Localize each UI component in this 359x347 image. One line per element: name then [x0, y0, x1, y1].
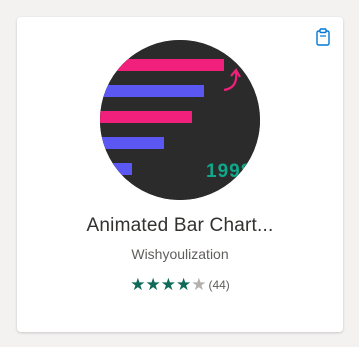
- clipboard-certified-icon[interactable]: [314, 27, 332, 47]
- rating: ★ ★ ★ ★ ★ (44): [17, 276, 343, 293]
- logo-bar-2: [100, 85, 204, 97]
- logo-bar-3: [100, 111, 192, 123]
- star-icon-filled: ★: [160, 275, 176, 294]
- logo-year: 1998: [206, 161, 252, 182]
- star-icon-filled: ★: [175, 275, 192, 294]
- logo-bar-5: [100, 163, 132, 175]
- logo-bar-4: [100, 137, 164, 149]
- visual-card[interactable]: 1998 Animated Bar Chart... Wishyoulizati…: [17, 17, 343, 332]
- logo-bar-1: [100, 59, 224, 71]
- rating-count: (44): [208, 277, 230, 292]
- star-icon-filled: ★: [145, 275, 161, 294]
- visual-title[interactable]: Animated Bar Chart...: [17, 215, 343, 237]
- star-icon-empty: ★: [191, 275, 207, 294]
- publisher-name: Wishyoulization: [131, 246, 229, 262]
- visual-logo: 1998: [100, 40, 260, 200]
- star-icon-filled: ★: [130, 275, 146, 294]
